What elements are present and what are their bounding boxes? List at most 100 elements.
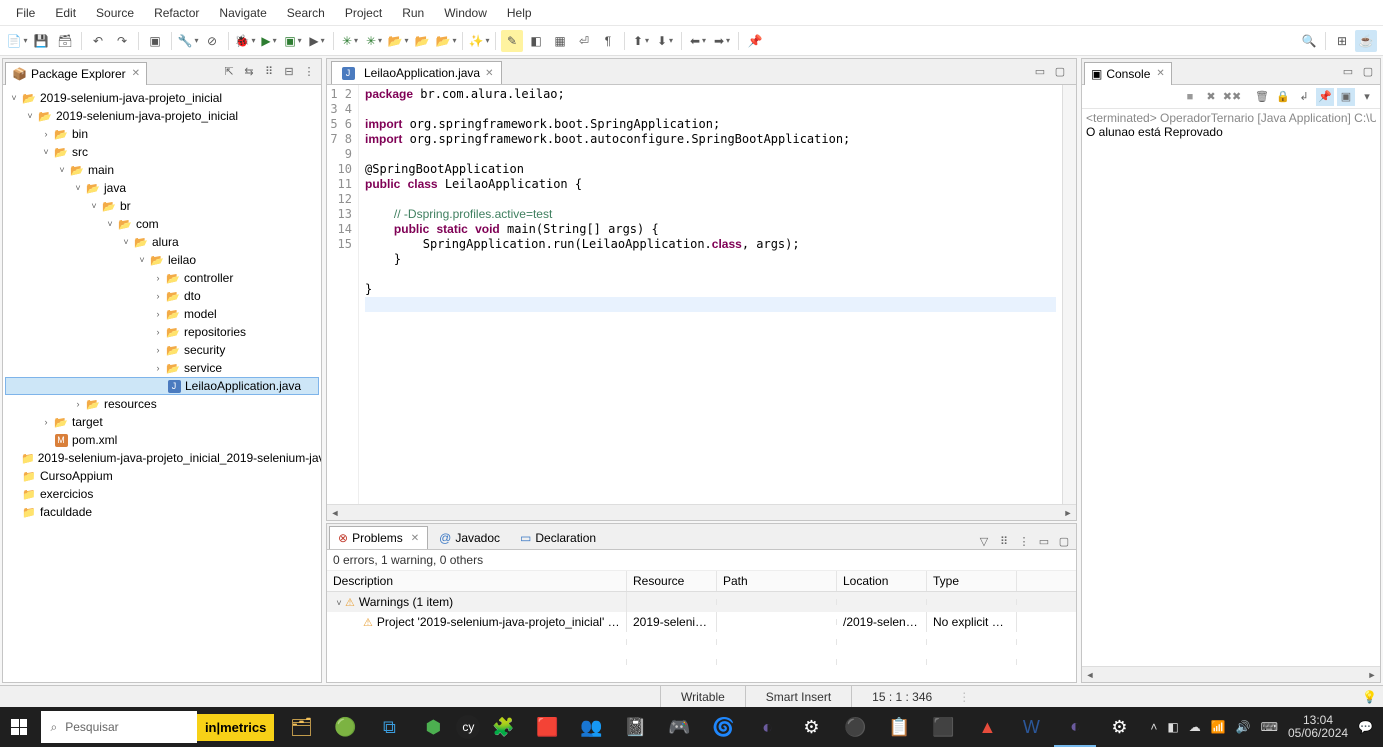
- tree-service[interactable]: ›service: [5, 359, 319, 377]
- start-button[interactable]: [0, 707, 39, 747]
- code-area[interactable]: package br.com.alura.leilao; import org.…: [359, 85, 1062, 504]
- close-icon[interactable]: ✕: [411, 533, 419, 544]
- tree-leilao-application[interactable]: LeilaoApplication.java: [5, 377, 319, 395]
- menu-file[interactable]: File: [8, 2, 43, 24]
- tray-chevron-icon[interactable]: ˄: [1150, 720, 1157, 734]
- taskbar-search[interactable]: ⌕Pesquisar: [41, 711, 197, 743]
- close-icon[interactable]: ✕: [485, 68, 493, 79]
- git-icon[interactable]: 🧩: [482, 707, 524, 747]
- tree-com[interactable]: ˅com: [5, 215, 319, 233]
- app-icon[interactable]: ⚙: [790, 707, 832, 747]
- tree-repositories[interactable]: ›repositories: [5, 323, 319, 341]
- minimize-icon[interactable]: ▭: [1032, 63, 1048, 79]
- maximize-icon[interactable]: ▢: [1052, 63, 1068, 79]
- package-explorer-tab[interactable]: 📦 Package Explorer ✕: [5, 62, 147, 85]
- menu-help[interactable]: Help: [499, 2, 540, 24]
- editor-hscroll[interactable]: ◄ ►: [327, 504, 1076, 520]
- tree-resources[interactable]: ›resources: [5, 395, 319, 413]
- tab-problems[interactable]: ⊗Problems✕: [329, 526, 428, 549]
- close-icon[interactable]: ✕: [132, 68, 140, 79]
- maximize-icon[interactable]: ▢: [1056, 533, 1072, 549]
- project-tree[interactable]: ˅2019-selenium-java-projeto_inicial ˅201…: [3, 85, 321, 682]
- tree-bin[interactable]: ›bin: [5, 125, 319, 143]
- editor-body[interactable]: 1 2 3 4 5 6 7 8 9 10 11 12 13 14 15 pack…: [327, 85, 1076, 504]
- cypress-icon[interactable]: cy: [456, 715, 480, 739]
- pin-editor-button[interactable]: 📌: [744, 30, 766, 52]
- maximize-icon[interactable]: ▢: [1360, 64, 1376, 80]
- col-location[interactable]: Location: [837, 571, 927, 591]
- coverage-button[interactable]: ▣: [282, 30, 304, 52]
- scroll-left-icon[interactable]: ◄: [1082, 670, 1098, 680]
- remove-launch-icon[interactable]: ✖: [1202, 88, 1220, 106]
- app-icon[interactable]: ⬢: [412, 707, 454, 747]
- tree-pom[interactable]: pom.xml: [5, 431, 319, 449]
- external-tools-button[interactable]: ▶: [306, 30, 328, 52]
- console-tab[interactable]: ▣ Console ✕: [1084, 62, 1172, 85]
- view-menu-icon[interactable]: ⋮: [301, 64, 317, 80]
- app-icon[interactable]: ▲: [966, 707, 1008, 747]
- terminate-icon[interactable]: ■: [1181, 88, 1199, 106]
- app-icon[interactable]: 📋: [878, 707, 920, 747]
- filter-icon[interactable]: ⠿: [261, 64, 277, 80]
- display-console-icon[interactable]: ▣: [1337, 88, 1355, 106]
- chevron-down-icon[interactable]: ˅: [333, 598, 345, 608]
- overview-ruler[interactable]: [1062, 85, 1076, 504]
- toggle-mark-button[interactable]: ✎: [501, 30, 523, 52]
- back-button[interactable]: ⬅: [687, 30, 709, 52]
- word-wrap-button[interactable]: ⏎: [573, 30, 595, 52]
- link-editor-icon[interactable]: ⇆: [241, 64, 257, 80]
- tree-closed-1[interactable]: 2019-selenium-java-projeto_inicial_2019-…: [5, 449, 319, 467]
- tree-closed-2[interactable]: CursoAppium: [5, 467, 319, 485]
- tree-main[interactable]: ˅main: [5, 161, 319, 179]
- teams-icon[interactable]: 👥: [570, 707, 612, 747]
- problems-group-warnings[interactable]: ˅Warnings (1 item): [327, 592, 1076, 612]
- view-menu-icon[interactable]: ⋮: [1016, 533, 1032, 549]
- menu-run[interactable]: Run: [394, 2, 432, 24]
- menu-navigate[interactable]: Navigate: [211, 2, 274, 24]
- quick-access-button[interactable]: 🔍: [1298, 30, 1320, 52]
- col-description[interactable]: Description: [327, 571, 627, 591]
- tree-alura[interactable]: ˅alura: [5, 233, 319, 251]
- tray-notifications-icon[interactable]: 💬: [1358, 720, 1373, 734]
- tree-model[interactable]: ›model: [5, 305, 319, 323]
- minimize-icon[interactable]: ▭: [1036, 533, 1052, 549]
- new-button[interactable]: 📄: [6, 30, 28, 52]
- console-output[interactable]: <terminated> OperadorTernario [Java Appl…: [1082, 109, 1380, 666]
- editor-tab-leilao[interactable]: LeilaoApplication.java ✕: [331, 61, 502, 84]
- toggle-block-button[interactable]: ◧: [525, 30, 547, 52]
- vscode-icon[interactable]: ⧉: [368, 707, 410, 747]
- show-whitespace-button[interactable]: ▦: [549, 30, 571, 52]
- eclipse-running-icon[interactable]: ◐: [1054, 707, 1096, 747]
- menu-search[interactable]: Search: [279, 2, 333, 24]
- tree-dto[interactable]: ›dto: [5, 287, 319, 305]
- focus-icon[interactable]: ⊟: [281, 64, 297, 80]
- app-icon[interactable]: 🌀: [702, 707, 744, 747]
- annotation-prev-button[interactable]: ⬆: [630, 30, 652, 52]
- run-button[interactable]: ▶: [258, 30, 280, 52]
- open-task-button[interactable]: 📂: [411, 30, 433, 52]
- terminal-icon[interactable]: ⬛: [922, 707, 964, 747]
- new-plugin-button[interactable]: ✳: [363, 30, 385, 52]
- console-hscroll[interactable]: ◄ ►: [1082, 666, 1380, 682]
- scroll-right-icon[interactable]: ►: [1364, 670, 1380, 680]
- redo-button[interactable]: ↷: [111, 30, 133, 52]
- new-java-button[interactable]: ✳: [339, 30, 361, 52]
- tree-closed-4[interactable]: faculdade: [5, 503, 319, 521]
- terminal-button[interactable]: ▣: [144, 30, 166, 52]
- build-button[interactable]: 🔧: [177, 30, 199, 52]
- minimize-icon[interactable]: ▭: [1340, 64, 1356, 80]
- app-icon[interactable]: ⚙: [1098, 707, 1140, 747]
- tree-security[interactable]: ›security: [5, 341, 319, 359]
- remove-all-icon[interactable]: ✖✖: [1223, 88, 1241, 106]
- tree-target[interactable]: ›target: [5, 413, 319, 431]
- tab-declaration[interactable]: ▭Declaration: [511, 526, 605, 549]
- menu-window[interactable]: Window: [436, 2, 495, 24]
- close-icon[interactable]: ✕: [1156, 68, 1164, 79]
- tray-lang-icon[interactable]: ⌨: [1261, 720, 1278, 734]
- search-button[interactable]: 📂: [435, 30, 457, 52]
- pin-console-icon[interactable]: 📌: [1316, 88, 1334, 106]
- tree-controller[interactable]: ›controller: [5, 269, 319, 287]
- menu-source[interactable]: Source: [88, 2, 142, 24]
- tree-br[interactable]: ˅br: [5, 197, 319, 215]
- status-menu-icon[interactable]: ⋮: [952, 686, 976, 707]
